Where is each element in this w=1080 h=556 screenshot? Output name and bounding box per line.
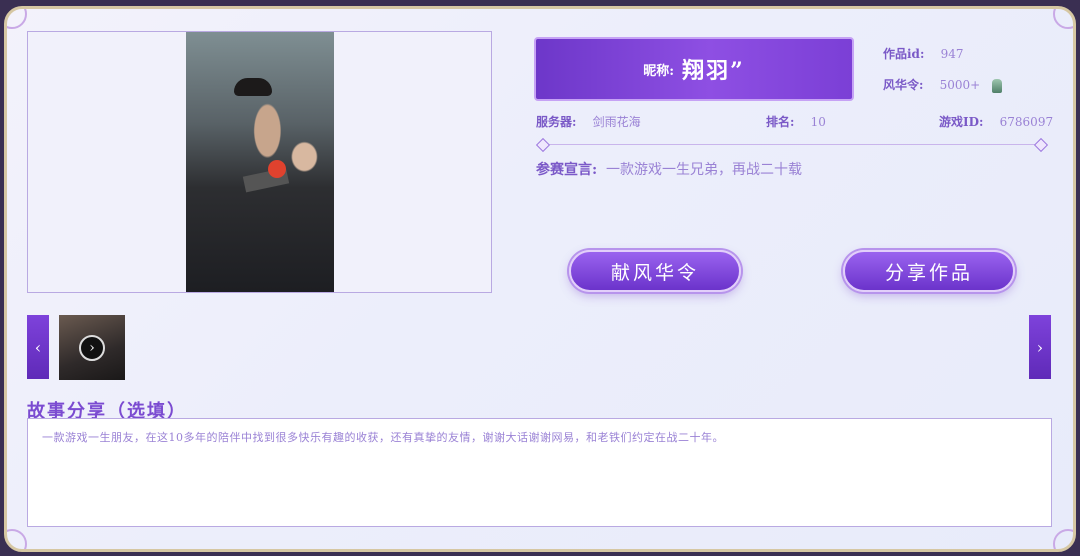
- nickname-label: 昵称:: [643, 63, 675, 79]
- play-glyph: ›: [89, 340, 95, 356]
- rank-row: 排名: 10: [766, 113, 826, 130]
- entry-photo: [186, 32, 334, 292]
- nickname-value: 翔羽”: [682, 58, 745, 84]
- gallery-prev-button[interactable]: ‹: [27, 315, 49, 379]
- divider: [542, 144, 1042, 145]
- entry-panel: 昵称: 翔羽” 作品id: 947 风华令: 5000+ 服务器: 剑雨花海 排…: [4, 6, 1076, 552]
- play-icon: ›: [79, 335, 105, 361]
- chevron-left-icon: ‹: [34, 337, 42, 357]
- game-id-row: 游戏ID: 6786097: [939, 113, 1053, 130]
- gallery-thumbnail[interactable]: ›: [59, 315, 125, 380]
- corner-ornament-icon: [7, 9, 27, 29]
- nickname-banner: 昵称: 翔羽”: [534, 37, 854, 101]
- media-viewer[interactable]: [27, 31, 492, 293]
- rank-label: 排名:: [766, 115, 795, 129]
- story-text: 一款游戏一生朋友，在这10多年的陪伴中找到很多快乐有趣的收获，还有真挚的友情，谢…: [42, 431, 724, 444]
- declaration-row: 参赛宣言: 一款游戏一生兄弟，再战二十载: [536, 159, 802, 179]
- jade-token-icon: [992, 78, 1003, 93]
- fenghua-value: 5000+: [939, 78, 981, 92]
- corner-ornament-icon: [1053, 9, 1073, 29]
- photo-detail: [268, 160, 286, 178]
- work-id-row: 作品id: 947: [883, 45, 963, 62]
- fenghua-row: 风华令: 5000+: [883, 76, 1003, 93]
- photo-detail: [234, 78, 272, 96]
- work-id-value: 947: [940, 47, 964, 61]
- declaration-value: 一款游戏一生兄弟，再战二十载: [606, 162, 803, 178]
- game-id-label: 游戏ID:: [939, 115, 984, 129]
- rank-value: 10: [810, 115, 826, 129]
- fenghua-label: 风华令:: [883, 78, 924, 92]
- server-label: 服务器:: [536, 115, 577, 129]
- game-id-value: 6786097: [999, 115, 1054, 129]
- corner-ornament-icon: [7, 529, 27, 549]
- corner-ornament-icon: [1053, 529, 1073, 549]
- donate-button[interactable]: 献风华令: [569, 250, 741, 292]
- gallery-next-button[interactable]: ›: [1029, 315, 1051, 379]
- story-textarea[interactable]: 一款游戏一生朋友，在这10多年的陪伴中找到很多快乐有趣的收获，还有真挚的友情，谢…: [27, 418, 1052, 527]
- chevron-right-icon: ›: [1036, 337, 1044, 357]
- diamond-ornament-icon: [1033, 137, 1049, 153]
- diamond-ornament-icon: [535, 137, 551, 153]
- share-button[interactable]: 分享作品: [843, 250, 1015, 292]
- server-value: 剑雨花海: [592, 115, 641, 129]
- work-id-label: 作品id:: [883, 47, 925, 61]
- declaration-label: 参赛宣言:: [536, 162, 598, 178]
- server-row: 服务器: 剑雨花海: [536, 113, 641, 130]
